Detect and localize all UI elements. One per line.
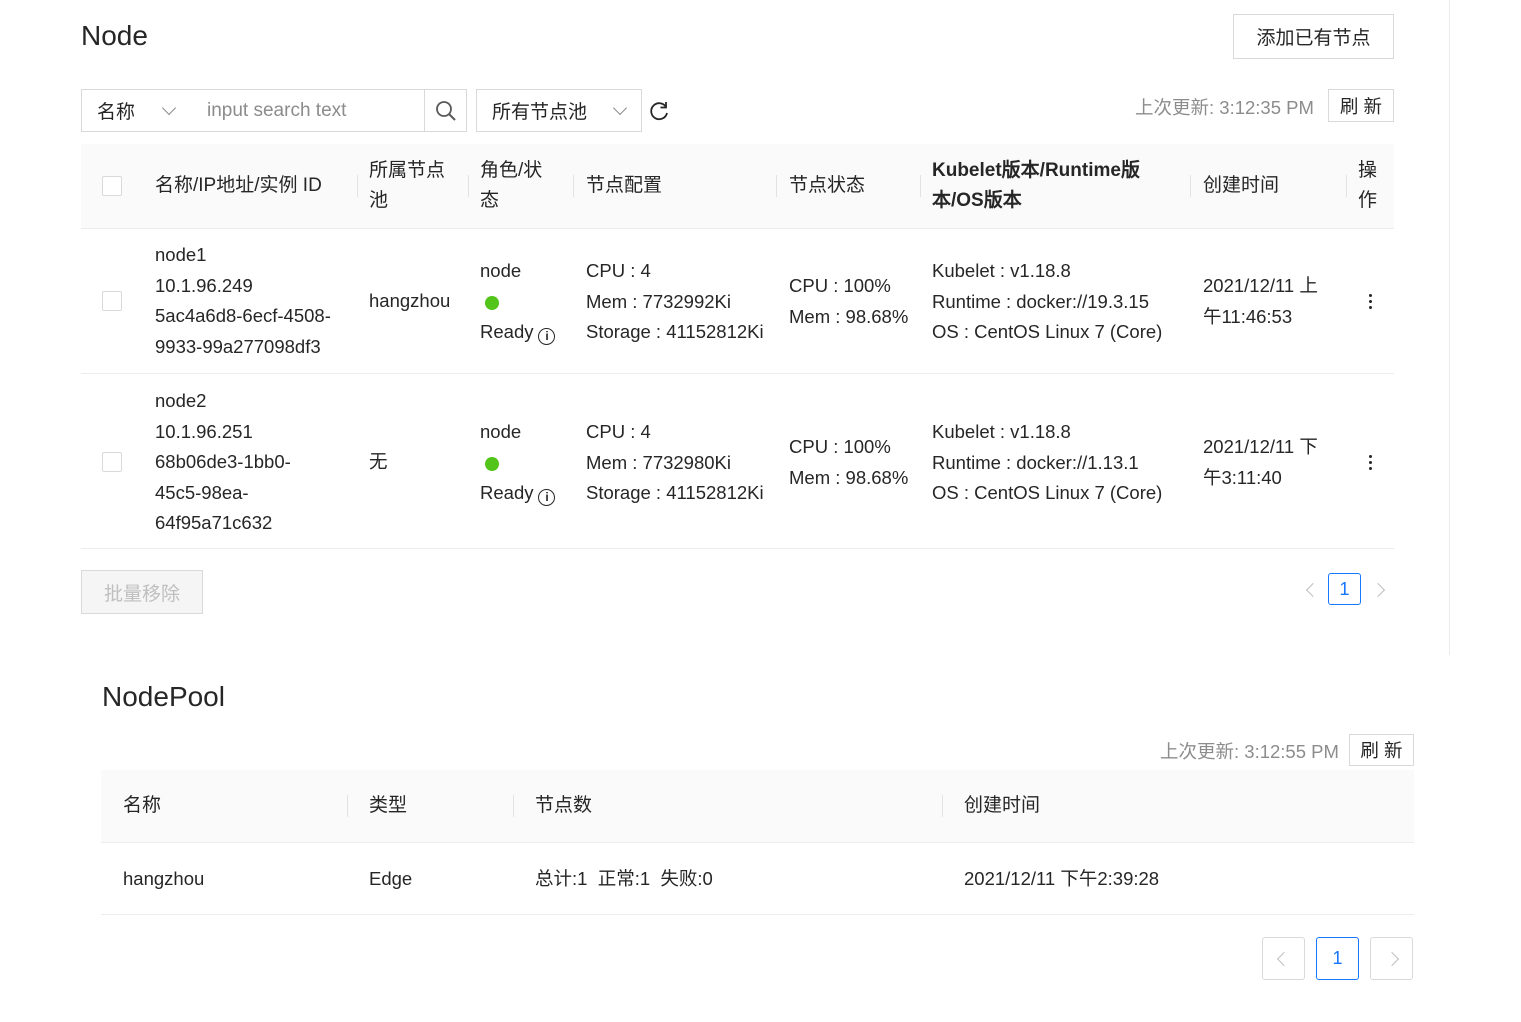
more-actions-icon[interactable] (1369, 294, 1373, 312)
col-header-config: 节点配置 (586, 175, 663, 196)
node-created: 2021/12/11 下 午3:11:40 (1203, 436, 1318, 488)
node-id: 68b06de3-1bb0- (155, 451, 291, 472)
add-existing-node-button[interactable]: 添加已有节点 (1233, 14, 1394, 59)
row-divider (81, 548, 1394, 549)
node-pool: hangzhou (369, 290, 451, 311)
node-state: Ready (480, 482, 534, 503)
node-config: CPU : 4 Mem : 7732980Ki Storage : 411528… (586, 421, 764, 503)
pool-type: Edge (369, 868, 413, 889)
col-header-created: 创建时间 (964, 795, 1041, 816)
nodepool-table-header (101, 770, 1414, 843)
info-icon[interactable]: i (538, 488, 556, 506)
chevron-down-icon (161, 100, 177, 116)
row-checkbox[interactable] (102, 291, 122, 311)
batch-remove-button[interactable]: 批量移除 (81, 570, 203, 614)
search-icon (435, 100, 456, 121)
pool-created: 2021/12/11 下午2:39:28 (964, 868, 1160, 889)
col-divider (357, 175, 358, 197)
row-divider (101, 914, 1414, 915)
col-divider (942, 795, 943, 817)
col-divider (1190, 175, 1191, 197)
col-header-count: 节点数 (535, 795, 593, 816)
node-state: Ready (480, 321, 534, 342)
node-config: CPU : 4 Mem : 7732992Ki Storage : 411528… (586, 260, 764, 342)
node-section-title: Node (81, 20, 148, 51)
ready-status-dot (485, 295, 499, 310)
prev-page-button[interactable] (1262, 937, 1305, 980)
reload-icon[interactable] (648, 100, 670, 127)
col-header-name: 名称/IP地址/实例 ID (155, 175, 322, 196)
filter-field-select[interactable]: 名称 (81, 89, 192, 132)
col-header-name: 名称 (123, 795, 162, 816)
row-divider (81, 373, 1394, 374)
chevron-left-icon (1276, 951, 1291, 966)
node-created: 2021/12/11 上 午11:46:53 (1203, 275, 1318, 327)
chevron-down-icon (612, 100, 628, 116)
last-update-text: 上次更新: 3:12:55 PM (1160, 741, 1339, 762)
next-page-button[interactable] (1370, 937, 1413, 980)
node-name: node1 (155, 244, 207, 265)
row-checkbox[interactable] (102, 452, 122, 472)
col-divider (920, 175, 921, 197)
pool-node-count: 总计:1 正常:1 失败:0 (535, 868, 713, 889)
more-actions-icon[interactable] (1369, 455, 1373, 473)
col-divider (468, 175, 469, 197)
node-versions: Kubelet : v1.18.8 Runtime : docker://19.… (932, 260, 1163, 342)
col-header-type: 类型 (369, 795, 408, 816)
current-page[interactable]: 1 (1328, 573, 1361, 605)
col-divider (347, 795, 348, 817)
col-header-actions: 操作 (1358, 160, 1378, 211)
pool-name: hangzhou (123, 868, 205, 889)
col-header-status: 节点状态 (789, 175, 866, 196)
info-icon[interactable]: i (538, 327, 556, 345)
nodepool-filter-select[interactable]: 所有节点池 (476, 89, 642, 132)
col-divider (513, 795, 514, 817)
chevron-right-icon (1384, 951, 1399, 966)
node-role: node (480, 421, 522, 442)
right-divider (1449, 0, 1450, 655)
col-divider (1346, 175, 1347, 197)
node-id: 9933-99a277098df3 (155, 335, 321, 357)
node-identity: node1 10.1.96.249 5ac4a6d8-6ecf-4508- 99… (155, 240, 331, 362)
node-id: 5ac4a6d8-6ecf-4508- (155, 305, 331, 326)
ready-status-dot (485, 456, 499, 471)
node-role-status: node Ready i (480, 256, 556, 348)
node-identity: node2 10.1.96.251 68b06de3-1bb0- 45c5-98… (155, 386, 291, 539)
filter-field-value: 名称 (97, 102, 136, 123)
node-pool: 无 (369, 451, 388, 472)
search-button[interactable] (424, 89, 467, 132)
node-role: node (480, 260, 522, 281)
select-all-checkbox[interactable] (102, 176, 122, 196)
refresh-button[interactable]: 刷 新 (1328, 89, 1394, 122)
nodepool-filter-value: 所有节点池 (492, 102, 588, 123)
node-versions: Kubelet : v1.18.8 Runtime : docker://1.1… (932, 421, 1163, 503)
search-placeholder: input search text (207, 99, 347, 121)
col-divider (573, 175, 574, 197)
prev-page-icon[interactable] (1305, 582, 1321, 598)
col-header-created: 创建时间 (1203, 175, 1280, 196)
col-header-pool: 所属节点池 (369, 160, 446, 211)
next-page-icon[interactable] (1370, 582, 1386, 598)
col-header-version: Kubelet版本/Runtime版 本/OS版本 (932, 160, 1140, 211)
node-usage: CPU : 100% Mem : 98.68% (789, 436, 909, 488)
refresh-button[interactable]: 刷 新 (1349, 734, 1414, 766)
node-usage: CPU : 100% Mem : 98.68% (789, 275, 909, 327)
nodepool-section-title: NodePool (102, 681, 225, 712)
node-ip: 10.1.96.249 (155, 274, 253, 296)
node-id: 64f95a71c632 (155, 512, 273, 533)
node-id: 45c5-98ea- (155, 481, 249, 503)
node-ip: 10.1.96.251 (155, 420, 253, 442)
search-input[interactable]: input search text (191, 89, 425, 132)
node-name: node2 (155, 390, 207, 411)
node-role-status: node Ready i (480, 417, 556, 509)
last-update-text: 上次更新: 3:12:35 PM (1135, 97, 1314, 118)
col-divider (776, 175, 777, 197)
current-page[interactable]: 1 (1316, 937, 1359, 980)
col-header-role: 角色/状态 (480, 160, 543, 211)
